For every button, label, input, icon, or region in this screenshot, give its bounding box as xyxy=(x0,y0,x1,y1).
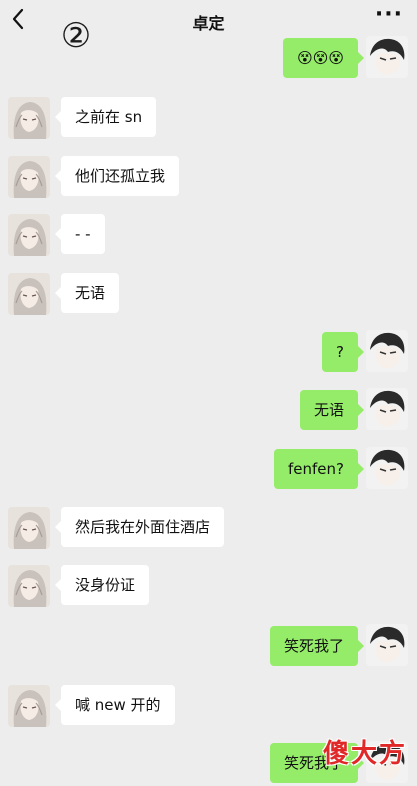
message-text: 😵😵😵 xyxy=(297,49,344,67)
message-text: - - xyxy=(75,225,91,243)
message-bubble-incoming[interactable]: 之前在 sn xyxy=(54,97,157,137)
message-text: 之前在 sn xyxy=(75,108,143,126)
message-bubble-incoming[interactable]: 无语 xyxy=(54,273,120,313)
watermark: 傻大方 xyxy=(322,739,407,769)
contact-avatar[interactable] xyxy=(8,565,50,607)
message-text: 无语 xyxy=(313,401,344,419)
chat-title: 卓定 xyxy=(192,14,225,33)
contact-avatar[interactable] xyxy=(8,273,50,315)
my-avatar[interactable] xyxy=(366,624,408,666)
my-avatar[interactable] xyxy=(366,330,408,372)
message-text: fenfen? xyxy=(288,460,344,478)
message-text: 无语 xyxy=(75,284,106,302)
message-bubble-incoming[interactable]: 他们还孤立我 xyxy=(54,156,180,196)
message-bubble-incoming[interactable]: 没身份证 xyxy=(54,565,150,605)
contact-avatar[interactable] xyxy=(8,97,50,139)
message-bubble-outgoing[interactable]: 笑死我了 xyxy=(269,626,365,666)
message-text: 喊 new 开的 xyxy=(75,696,161,714)
message-bubble-outgoing[interactable]: 无语 xyxy=(299,390,365,430)
message-bubble-incoming[interactable]: 喊 new 开的 xyxy=(55,685,175,725)
message-bubble-incoming[interactable]: 然后我在外面住酒店 xyxy=(54,507,225,547)
message-bubble-incoming[interactable]: - - xyxy=(55,214,105,254)
more-options-icon[interactable]: ··· xyxy=(375,2,403,27)
my-avatar[interactable] xyxy=(366,447,408,489)
my-avatar[interactable] xyxy=(366,388,408,430)
message-bubble-outgoing[interactable]: ? xyxy=(322,332,364,372)
message-text: 笑死我了 xyxy=(283,637,344,655)
message-text: 没身份证 xyxy=(75,576,136,594)
contact-avatar[interactable] xyxy=(8,685,50,727)
message-text: ? xyxy=(336,343,344,361)
my-avatar[interactable] xyxy=(366,36,408,78)
contact-avatar[interactable] xyxy=(8,156,50,198)
message-bubble-outgoing[interactable]: 😵😵😵 xyxy=(283,38,364,78)
message-text: 他们还孤立我 xyxy=(75,167,166,185)
message-bubble-outgoing[interactable]: fenfen? xyxy=(274,449,364,489)
contact-avatar[interactable] xyxy=(8,507,50,549)
message-text: 然后我在外面住酒店 xyxy=(75,518,211,536)
contact-avatar[interactable] xyxy=(8,214,50,256)
